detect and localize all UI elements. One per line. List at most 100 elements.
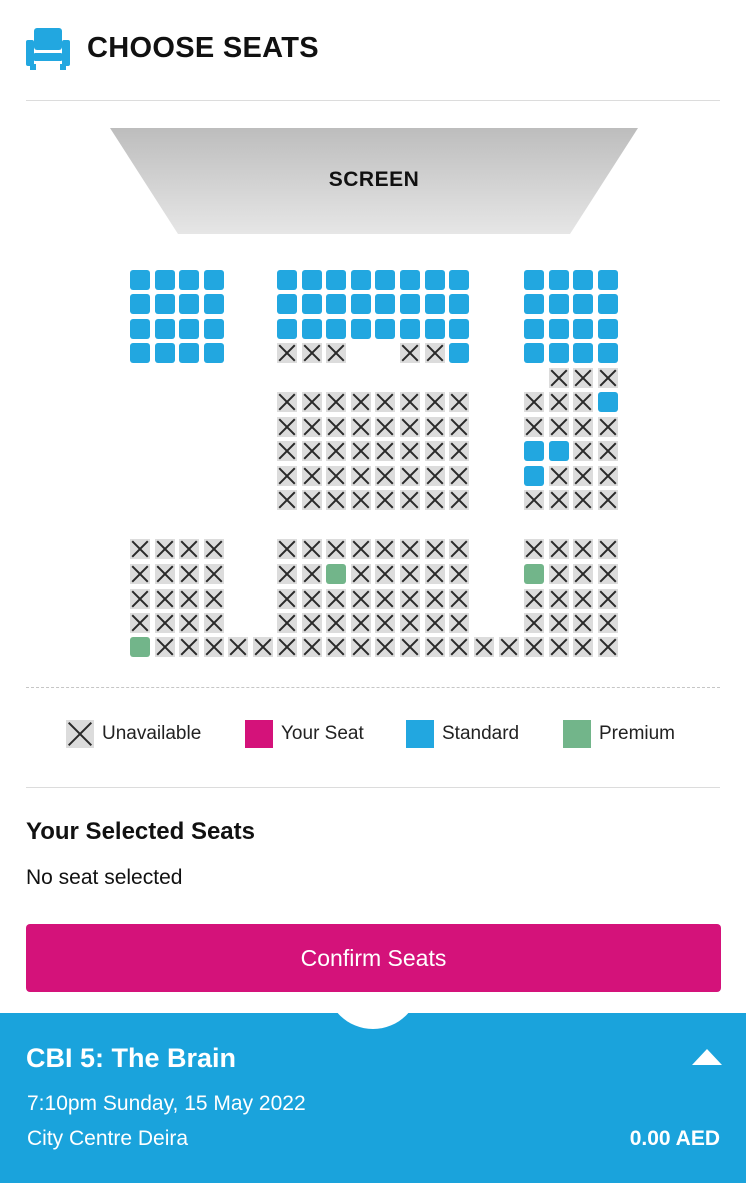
- seat-standard[interactable]: [400, 270, 420, 290]
- seat-standard[interactable]: [598, 343, 618, 363]
- seat-standard[interactable]: [598, 294, 618, 314]
- seat-standard[interactable]: [204, 294, 224, 314]
- seat-unavailable: [130, 589, 150, 609]
- booking-summary: CBI 5: The Brain 7:10pm Sunday, 15 May 2…: [0, 1013, 746, 1200]
- seat-standard[interactable]: [573, 343, 593, 363]
- seat-unavailable: [598, 564, 618, 584]
- seat-unavailable: [155, 539, 175, 559]
- seat-unavailable: [425, 343, 445, 363]
- seat-standard[interactable]: [326, 270, 346, 290]
- seat-unavailable: [326, 613, 346, 633]
- header: CHOOSE SEATS: [26, 22, 720, 74]
- seat-unavailable: [449, 417, 469, 437]
- seat-standard[interactable]: [375, 294, 395, 314]
- seat-standard[interactable]: [277, 294, 297, 314]
- seat-standard[interactable]: [179, 270, 199, 290]
- seat-standard[interactable]: [449, 294, 469, 314]
- seat-standard[interactable]: [204, 270, 224, 290]
- seat-standard[interactable]: [277, 270, 297, 290]
- seat-standard[interactable]: [375, 319, 395, 339]
- seat-unavailable: [524, 637, 544, 657]
- seat-standard[interactable]: [449, 270, 469, 290]
- seat-standard[interactable]: [425, 270, 445, 290]
- seat-standard[interactable]: [449, 319, 469, 339]
- seat-standard[interactable]: [573, 319, 593, 339]
- seat-standard[interactable]: [130, 319, 150, 339]
- seat-unavailable: [277, 490, 297, 510]
- seat-standard[interactable]: [155, 294, 175, 314]
- seat-standard[interactable]: [425, 294, 445, 314]
- seat-premium[interactable]: [130, 637, 150, 657]
- seat-unavailable: [598, 441, 618, 461]
- seat-standard[interactable]: [549, 270, 569, 290]
- seat-standard[interactable]: [549, 343, 569, 363]
- seat-unavailable: [179, 637, 199, 657]
- seat-standard[interactable]: [449, 343, 469, 363]
- seat-standard[interactable]: [326, 319, 346, 339]
- seat-standard[interactable]: [204, 319, 224, 339]
- seat-unavailable: [400, 637, 420, 657]
- seat-standard[interactable]: [549, 319, 569, 339]
- seat-standard[interactable]: [573, 294, 593, 314]
- seat-unavailable: [375, 589, 395, 609]
- seat-standard[interactable]: [179, 343, 199, 363]
- legend-label: Your Seat: [281, 723, 364, 744]
- seat-standard[interactable]: [155, 270, 175, 290]
- seat-standard[interactable]: [598, 319, 618, 339]
- seat-standard[interactable]: [130, 294, 150, 314]
- seat-standard[interactable]: [277, 319, 297, 339]
- seat-standard[interactable]: [524, 466, 544, 486]
- seat-unavailable: [375, 466, 395, 486]
- screen: SCREEN: [110, 128, 638, 234]
- seat-premium[interactable]: [524, 564, 544, 584]
- divider: [26, 100, 720, 101]
- seat-standard[interactable]: [302, 294, 322, 314]
- seat-unavailable: [179, 539, 199, 559]
- caret-up-icon[interactable]: [692, 1049, 722, 1065]
- seat-unavailable: [449, 637, 469, 657]
- seat-standard[interactable]: [130, 270, 150, 290]
- seat-standard[interactable]: [425, 319, 445, 339]
- seat-standard[interactable]: [375, 270, 395, 290]
- seat-standard[interactable]: [204, 343, 224, 363]
- seat-unavailable: [549, 539, 569, 559]
- seat-unavailable: [351, 392, 371, 412]
- seat-standard[interactable]: [598, 392, 618, 412]
- page-title: CHOOSE SEATS: [87, 31, 319, 64]
- seat-premium[interactable]: [326, 564, 346, 584]
- seat-unavailable: [351, 539, 371, 559]
- seat-standard[interactable]: [351, 294, 371, 314]
- seat-standard[interactable]: [549, 294, 569, 314]
- seat-unavailable: [449, 564, 469, 584]
- seat-standard[interactable]: [400, 319, 420, 339]
- legend-unavailable: Unavailable: [66, 720, 201, 748]
- seat-unavailable: [302, 417, 322, 437]
- seat-standard[interactable]: [549, 441, 569, 461]
- seat-standard[interactable]: [351, 319, 371, 339]
- confirm-seats-button[interactable]: Confirm Seats: [26, 924, 721, 992]
- seat-unavailable: [351, 441, 371, 461]
- seat-unavailable: [425, 490, 445, 510]
- seat-unavailable: [598, 589, 618, 609]
- seat-standard[interactable]: [130, 343, 150, 363]
- seat-unavailable: [302, 490, 322, 510]
- seat-standard[interactable]: [524, 441, 544, 461]
- cinema-name: City Centre Deira: [27, 1127, 189, 1150]
- seat-standard[interactable]: [524, 319, 544, 339]
- seat-standard[interactable]: [326, 294, 346, 314]
- seat-standard[interactable]: [302, 319, 322, 339]
- seat-standard[interactable]: [179, 294, 199, 314]
- seat-standard[interactable]: [524, 343, 544, 363]
- seat-standard[interactable]: [598, 270, 618, 290]
- seat-standard[interactable]: [400, 294, 420, 314]
- seat-standard[interactable]: [524, 270, 544, 290]
- seat-standard[interactable]: [573, 270, 593, 290]
- seat-standard[interactable]: [524, 294, 544, 314]
- seat-standard[interactable]: [179, 319, 199, 339]
- standard-swatch-icon: [406, 720, 434, 748]
- seat-standard[interactable]: [155, 319, 175, 339]
- seat-standard[interactable]: [302, 270, 322, 290]
- seat-standard[interactable]: [155, 343, 175, 363]
- seat-standard[interactable]: [351, 270, 371, 290]
- seat-unavailable: [573, 564, 593, 584]
